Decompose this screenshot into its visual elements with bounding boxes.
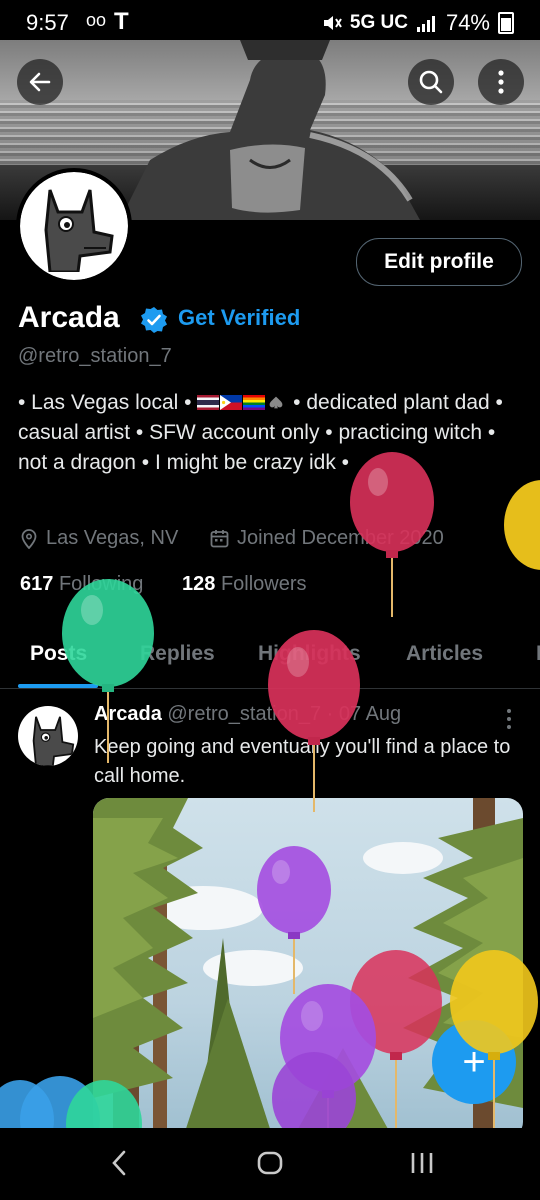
back-button[interactable] bbox=[17, 59, 63, 105]
red-balloon-icon bbox=[268, 630, 360, 812]
thailand-flag-icon bbox=[197, 395, 220, 410]
red-balloon-icon bbox=[350, 452, 434, 617]
avatar-image bbox=[20, 172, 128, 280]
mute-icon bbox=[323, 16, 342, 30]
post-more-icon[interactable] bbox=[505, 708, 513, 730]
yellow-balloon-icon bbox=[504, 480, 540, 570]
status-right-group: 5G UC 74% bbox=[322, 10, 514, 36]
purple-balloon-icon bbox=[272, 1052, 356, 1128]
tab-media[interactable]: M bbox=[536, 642, 540, 666]
arrow-left-icon bbox=[29, 72, 51, 92]
search-button[interactable] bbox=[408, 59, 454, 105]
nav-back-icon[interactable] bbox=[108, 1148, 132, 1178]
voicemail-icon: oo bbox=[86, 10, 107, 30]
carrier-logo: T bbox=[114, 8, 129, 35]
signal-icon bbox=[416, 16, 435, 32]
profile-handle: @retro_station_7 bbox=[18, 345, 172, 367]
tab-articles[interactable]: Articles bbox=[406, 642, 483, 666]
get-verified-link[interactable]: Get Verified bbox=[178, 305, 300, 331]
network-label: 5G UC bbox=[349, 12, 408, 33]
bio-text-start: • Las Vegas local • bbox=[18, 391, 192, 414]
system-nav-bar bbox=[0, 1128, 540, 1200]
profile-bio: • Las Vegas local • • dedicated plant da… bbox=[18, 388, 518, 478]
nav-recents-icon[interactable] bbox=[408, 1148, 436, 1178]
rainbow-flag-icon bbox=[243, 395, 266, 410]
calendar-icon bbox=[210, 530, 229, 548]
spade-icon bbox=[269, 396, 283, 409]
followers-link[interactable]: 128 Followers bbox=[182, 573, 307, 596]
more-button[interactable] bbox=[478, 59, 524, 105]
edit-profile-button[interactable]: Edit profile bbox=[356, 238, 522, 286]
followers-label: Followers bbox=[220, 573, 307, 595]
verified-badge-icon[interactable] bbox=[140, 306, 168, 334]
purple-balloon-icon bbox=[257, 846, 331, 994]
status-bar: 9:57 oo T 5G UC 74% bbox=[0, 0, 540, 44]
profile-location: Las Vegas, NV bbox=[20, 527, 178, 550]
profile-name: Arcada bbox=[18, 301, 120, 334]
search-icon bbox=[419, 70, 443, 94]
blue-green-balloons-icon bbox=[0, 1076, 142, 1128]
nav-home-icon[interactable] bbox=[256, 1148, 284, 1178]
battery-icon bbox=[498, 12, 514, 34]
location-pin-icon bbox=[21, 528, 37, 549]
following-count: 617 bbox=[20, 573, 54, 595]
more-vertical-icon bbox=[498, 70, 504, 94]
battery-percent: 74% bbox=[445, 10, 490, 35]
status-time: 9:57 bbox=[26, 10, 69, 35]
profile-avatar[interactable] bbox=[16, 168, 132, 284]
philippines-flag-icon bbox=[220, 395, 243, 410]
yellow-balloon-icon bbox=[450, 950, 538, 1128]
followers-count: 128 bbox=[182, 573, 216, 595]
location-text: Las Vegas, NV bbox=[46, 527, 179, 549]
green-balloon-icon bbox=[62, 579, 154, 763]
